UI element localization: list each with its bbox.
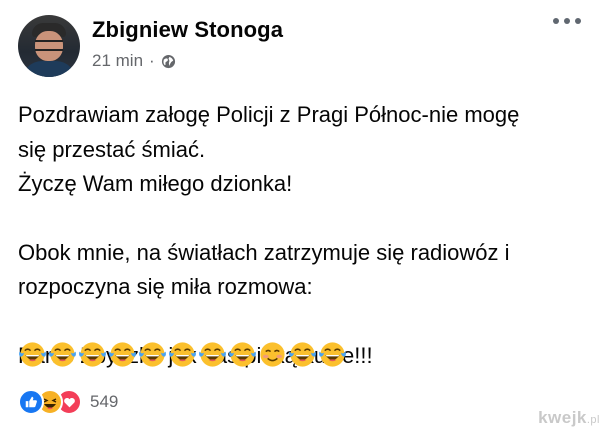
reactions-summary[interactable]: 549 [18, 389, 118, 415]
post-timestamp[interactable]: 21 min [92, 51, 143, 71]
reaction-count[interactable]: 549 [90, 392, 118, 412]
tears-of-joy-emoji-icon [109, 342, 136, 367]
post-text: Pozdrawiam załogę Policji z Pragi Północ… [18, 98, 598, 373]
author-name[interactable]: Zbigniew Stonoga [92, 17, 283, 43]
emoji-row [18, 340, 348, 369]
post-line: Pozdrawiam załogę Policji z Pragi Północ… [18, 102, 520, 127]
tears-of-joy-emoji-icon [319, 342, 346, 367]
post-meta: 21 min · [92, 51, 176, 71]
tears-of-joy-emoji-icon [169, 342, 196, 367]
post-line: Życzę Wam miłego dzionka! [18, 171, 293, 196]
post-line: Obok mnie, na światłach zatrzymuje się r… [18, 239, 510, 265]
meta-separator: · [149, 51, 155, 70]
tears-of-joy-emoji-icon [229, 342, 256, 367]
tears-of-joy-emoji-icon [289, 342, 316, 367]
tears-of-joy-emoji-icon [139, 342, 166, 367]
smiling-blush-emoji-icon [260, 342, 285, 367]
tears-of-joy-emoji-icon [19, 342, 46, 367]
globe-icon [161, 54, 175, 68]
watermark-logo: kwejk.pl [538, 408, 600, 427]
more-options-icon[interactable] [553, 18, 581, 24]
like-icon [18, 389, 44, 415]
tears-of-joy-emoji-icon [79, 342, 106, 367]
author-avatar[interactable] [18, 15, 80, 77]
post-line: się przestać śmiać. [18, 136, 206, 162]
tears-of-joy-emoji-icon [199, 342, 226, 367]
post-line: rozpoczyna się miła rozmowa: [18, 274, 313, 299]
tears-of-joy-emoji-icon [49, 342, 76, 367]
